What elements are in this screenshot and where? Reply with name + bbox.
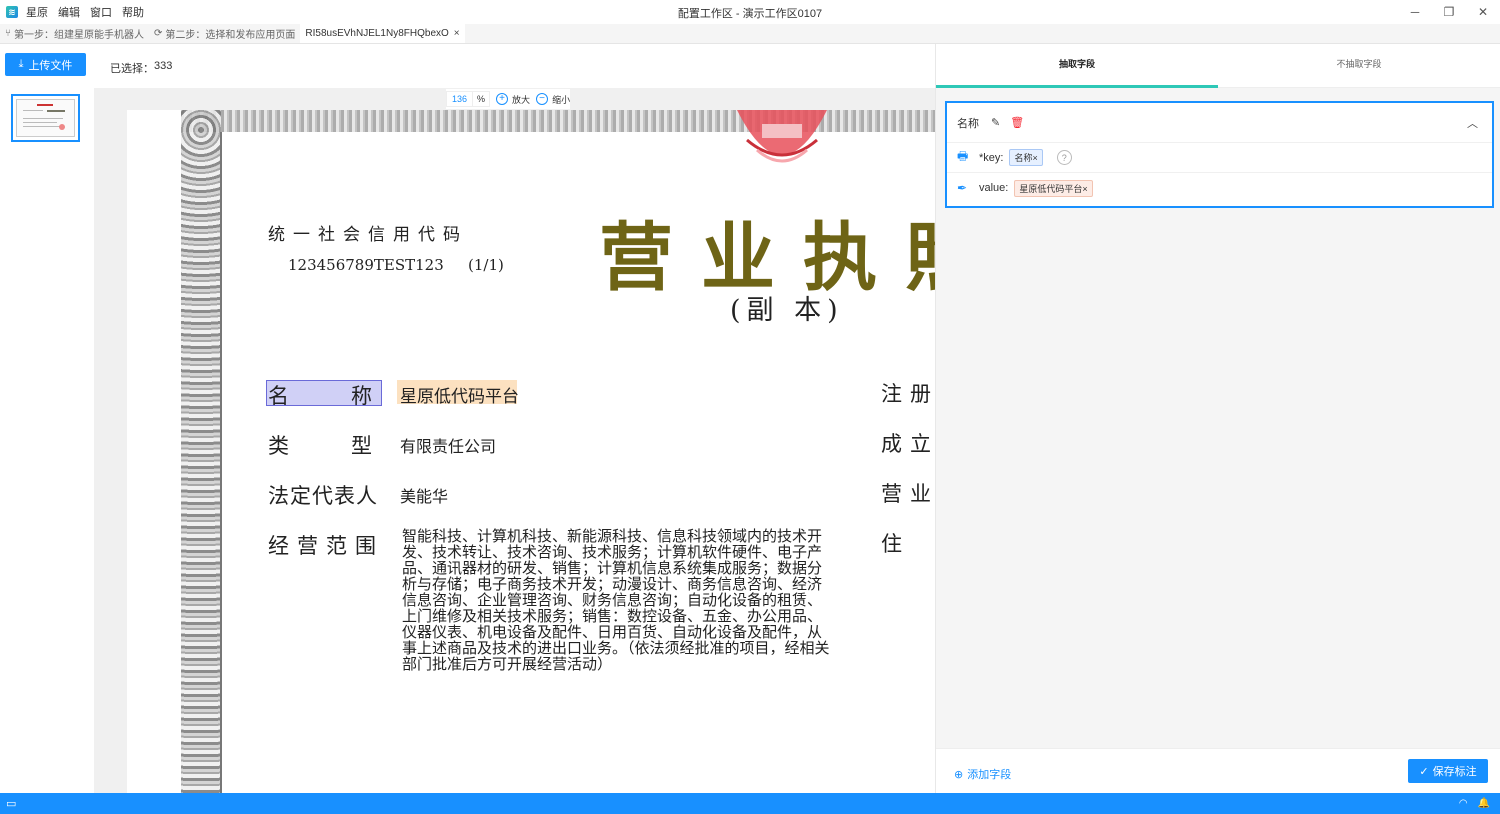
selected-count: 已选择： 333 bbox=[110, 60, 172, 76]
uscc-code: 123456789TEST123 bbox=[288, 256, 444, 274]
tab-label: RI58usEVhNJEL1Ny8FHQbexO bbox=[305, 28, 449, 39]
tag-close-icon[interactable]: × bbox=[1082, 184, 1087, 194]
field-label-legal-rep: 法定代表人 bbox=[268, 484, 378, 508]
field-label-operating: 营业 bbox=[881, 482, 935, 506]
tab-current-file[interactable]: RI58usEVhNJEL1Ny8FHQbexO × bbox=[300, 24, 465, 43]
close-window-icon[interactable]: ✕ bbox=[1466, 0, 1500, 24]
annotation-panel: 抽取字段 不抽取字段 名称 ✎ 🗑 ︿ 🖶 *key: 名称× ? ✒ valu… bbox=[935, 44, 1500, 793]
monitor-icon[interactable]: ▭ bbox=[6, 797, 16, 810]
plus-circle-icon: ⊕ bbox=[954, 768, 964, 781]
menu-item-edit[interactable]: 编辑 bbox=[58, 4, 80, 20]
toolbar: ⤓ 上传文件 已选择： 333 bbox=[0, 44, 935, 88]
field-tabs: 抽取字段 不抽取字段 bbox=[936, 44, 1500, 88]
edit-icon[interactable]: ✎ bbox=[991, 116, 1000, 129]
minimize-icon[interactable]: ─ bbox=[1398, 0, 1432, 24]
window-controls: ─ ❐ ✕ bbox=[1398, 0, 1500, 24]
menu-item-window[interactable]: 窗口 bbox=[90, 4, 112, 20]
selected-label: 已选择： bbox=[110, 63, 154, 75]
save-label: 保存标注 bbox=[1432, 766, 1477, 778]
wifi-icon[interactable]: ◠ bbox=[1459, 798, 1468, 809]
upload-file-button[interactable]: ⤓ 上传文件 bbox=[5, 53, 86, 76]
field-label-registered: 注册 bbox=[881, 382, 935, 406]
plus-circle-icon: + bbox=[496, 93, 509, 105]
zoom-unit: % bbox=[473, 91, 491, 107]
title-bar: ≋ 星原 编辑 窗口 帮助 配置工作区 - 演示工作区0107 ─ ❐ ✕ bbox=[0, 0, 1500, 24]
thumbnail-preview bbox=[16, 99, 75, 137]
menu-bar: 星原 编辑 窗口 帮助 bbox=[26, 4, 154, 20]
branch-icon: ⑂ bbox=[5, 28, 11, 39]
tab-bar: ⑂ 第一步：组建星原能手机器人 ⟳ 第二步：选择和发布应用页面 RI58usEV… bbox=[0, 24, 1500, 44]
thumbnail-panel bbox=[0, 88, 94, 793]
upload-label: 上传文件 bbox=[28, 59, 73, 72]
status-icons: ◠ 🔔 bbox=[1449, 798, 1490, 809]
value-tag[interactable]: 星原低代码平台× bbox=[1014, 179, 1093, 197]
field-name: 名称 bbox=[957, 117, 979, 130]
key-label: *key: bbox=[979, 151, 1004, 164]
delete-icon[interactable]: 🗑 bbox=[1010, 116, 1024, 129]
field-key-row: 🖶 *key: 名称× ? bbox=[947, 143, 1492, 173]
field-card[interactable]: 名称 ✎ 🗑 ︿ 🖶 *key: 名称× ? ✒ value: 星原低代码平台× bbox=[945, 101, 1494, 208]
check-circle-icon: ✓ bbox=[1419, 765, 1429, 778]
field-value-business-scope: 智能科技、计算机科技、新能源科技、信息科技领域内的技术开发、技术转让、技术咨询、… bbox=[402, 527, 830, 673]
pen-icon: ✒ bbox=[957, 181, 968, 195]
zoom-in-label: 放大 bbox=[512, 94, 531, 105]
tab-close-icon[interactable]: × bbox=[454, 28, 460, 39]
tab-extract-fields[interactable]: 抽取字段 bbox=[936, 44, 1218, 88]
panel-footer: ⊕ 添加字段 ✓ 保存标注 bbox=[936, 748, 1500, 793]
tag-close-icon[interactable]: × bbox=[1032, 153, 1037, 163]
tab-label: 第一步：组建星原能手机器人 bbox=[14, 30, 144, 41]
chevron-up-icon[interactable]: ︿ bbox=[1467, 115, 1478, 131]
menu-item-xingyuan[interactable]: 星原 bbox=[26, 4, 48, 20]
key-tag[interactable]: 名称× bbox=[1009, 149, 1043, 166]
uscc-label: 统一社会信用代码 bbox=[268, 225, 468, 245]
zoom-out-label: 缩小 bbox=[552, 94, 571, 105]
add-field-label: 添加字段 bbox=[967, 769, 1012, 781]
field-list: 名称 ✎ 🗑 ︿ 🖶 *key: 名称× ? ✒ value: 星原低代码平台× bbox=[936, 88, 1500, 748]
decorative-border-left bbox=[181, 110, 221, 793]
value-label: value: bbox=[979, 182, 1009, 194]
field-label-established: 成立 bbox=[881, 432, 935, 456]
tab-label: 第二步：选择和发布应用页面 bbox=[165, 30, 296, 41]
field-value-legal-rep: 美能华 bbox=[400, 487, 449, 506]
document-viewer[interactable]: 136 % + 放大 − 缩小 统一社会信用代码 123456789TEST12… bbox=[94, 88, 935, 793]
zoom-out-button[interactable]: − 缩小 bbox=[536, 93, 570, 106]
window-title: 配置工作区 - 演示工作区0107 bbox=[677, 8, 823, 20]
uscc-page: (1/1) bbox=[468, 256, 504, 274]
business-license-page: 统一社会信用代码 123456789TEST123 (1/1) 营业执照 (副 … bbox=[127, 110, 935, 793]
printer-icon: 🖶 bbox=[957, 149, 969, 163]
selected-value: 333 bbox=[154, 60, 173, 72]
save-annotation-button[interactable]: ✓ 保存标注 bbox=[1408, 759, 1488, 783]
field-value-name: 星原低代码平台 bbox=[400, 387, 519, 407]
zoom-value[interactable]: 136 bbox=[446, 91, 474, 107]
restore-icon[interactable]: ❐ bbox=[1432, 0, 1466, 24]
zoom-in-button[interactable]: + 放大 bbox=[496, 93, 530, 106]
upload-icon: ⤓ bbox=[18, 58, 24, 70]
value-tag-text: 星原低代码平台 bbox=[1019, 183, 1083, 194]
border-line bbox=[220, 132, 222, 793]
status-bar: ▭ ◠ 🔔 bbox=[0, 793, 1500, 814]
field-value-type: 有限责任公司 bbox=[400, 437, 497, 456]
add-field-button[interactable]: ⊕ 添加字段 bbox=[954, 766, 1011, 782]
page-thumbnail[interactable] bbox=[11, 94, 80, 142]
license-subtitle: (副 本) bbox=[730, 295, 844, 326]
key-tag-text: 名称 bbox=[1014, 153, 1033, 163]
field-value-row: ✒ value: 星原低代码平台× bbox=[947, 173, 1492, 203]
tab-step-two[interactable]: ⟳ 第二步：选择和发布应用页面 bbox=[149, 24, 300, 43]
refresh-icon: ⟳ bbox=[154, 28, 163, 39]
bell-icon[interactable]: 🔔 bbox=[1478, 798, 1490, 809]
help-icon[interactable]: ? bbox=[1056, 150, 1072, 165]
tab-step-one[interactable]: ⑂ 第一步：组建星原能手机器人 bbox=[0, 24, 149, 43]
minus-circle-icon: − bbox=[536, 93, 549, 105]
field-label-business-scope: 经营范围 bbox=[268, 534, 384, 558]
field-label-address: 住 bbox=[881, 532, 910, 556]
zoom-bar: 136 % + 放大 − 缩小 bbox=[446, 89, 571, 109]
menu-item-help[interactable]: 帮助 bbox=[122, 4, 144, 20]
field-card-header: 名称 ✎ 🗑 ︿ bbox=[947, 103, 1492, 143]
tab-non-extract-fields[interactable]: 不抽取字段 bbox=[1218, 44, 1500, 87]
app-logo-icon: ≋ bbox=[6, 6, 18, 18]
national-emblem-icon bbox=[737, 110, 827, 163]
